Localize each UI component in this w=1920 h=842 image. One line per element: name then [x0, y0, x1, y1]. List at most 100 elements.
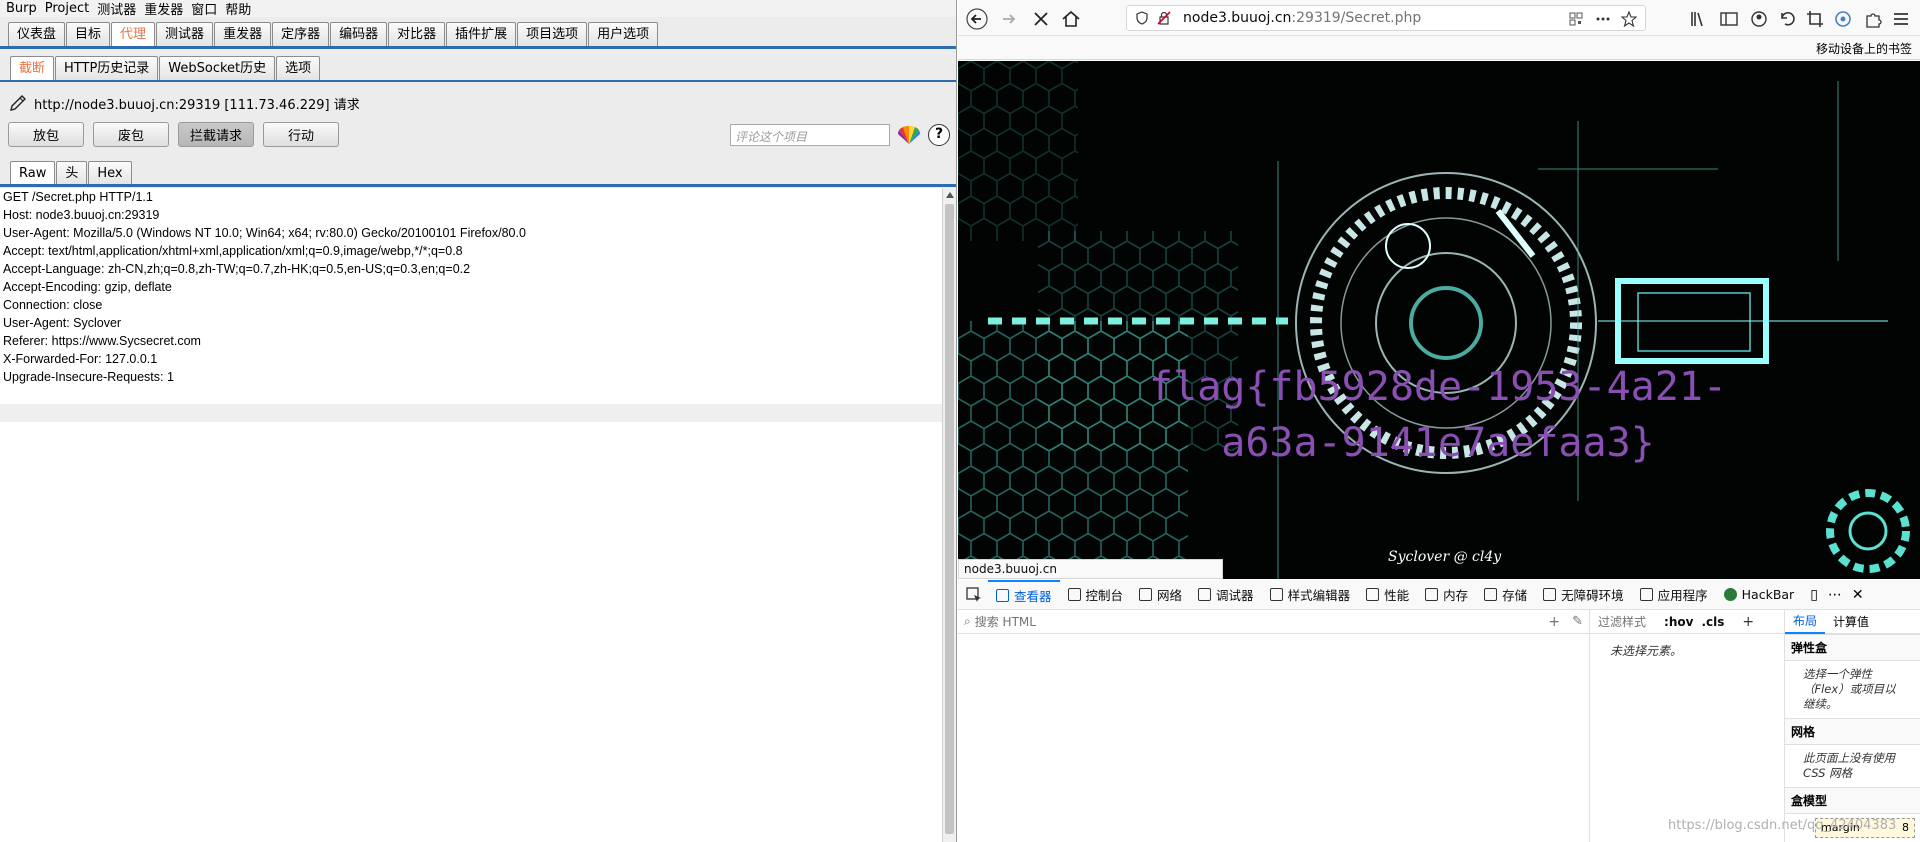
more-options-icon[interactable]: ⋯	[1828, 587, 1842, 603]
message-view-tabs: Raw 头 Hex	[10, 161, 133, 185]
tab-user-options[interactable]: 用户选项	[588, 22, 659, 46]
devtools-tab-performance[interactable]: 性能	[1358, 580, 1417, 610]
tab-dashboard[interactable]: 仪表盘	[8, 22, 66, 46]
devtools-tab-debugger[interactable]: 调试器	[1190, 580, 1262, 610]
menu-icon[interactable]	[1890, 8, 1912, 30]
hov-toggle[interactable]: :hov	[1664, 615, 1693, 629]
sidebar-icon[interactable]	[1718, 8, 1740, 30]
search-html-input[interactable]: 搜索 HTML	[975, 613, 1036, 630]
box-model-section-header[interactable]: 盒模型	[1785, 787, 1920, 814]
forward-icon[interactable]	[998, 8, 1020, 30]
crop-icon[interactable]	[1804, 8, 1826, 30]
devtools-tab-console[interactable]: 控制台	[1060, 580, 1132, 610]
firefox-window: node3.buuoj.cn:29319/Secret.php 移动设备上的书签…	[958, 0, 1920, 842]
devtools-tab-storage[interactable]: 存储	[1476, 580, 1535, 610]
editor-scrollbar[interactable]	[942, 188, 956, 842]
cls-toggle[interactable]: .cls	[1701, 615, 1724, 629]
tab-proxy-options[interactable]: 选项	[276, 56, 321, 80]
console-icon	[1067, 588, 1081, 601]
url-text: node3.buuoj.cn:29319/Secret.php	[1183, 10, 1421, 26]
tab-repeater[interactable]: 重发器	[214, 22, 272, 46]
tab-layout[interactable]: 布局	[1785, 610, 1826, 634]
tab-label: 网络	[1157, 588, 1183, 603]
devtools-tab-application[interactable]: 应用程序	[1632, 580, 1716, 610]
tab-intercept[interactable]: 截断	[10, 56, 55, 80]
tab-websocket-history[interactable]: WebSocket历史	[159, 56, 276, 80]
devtools-tab-style-editor[interactable]: 样式编辑器	[1262, 580, 1359, 610]
eyedropper-icon[interactable]: ✎	[1572, 614, 1583, 629]
library-icon[interactable]	[1688, 8, 1710, 30]
account-icon[interactable]	[1748, 8, 1770, 30]
storage-icon	[1484, 588, 1498, 601]
tab-proxy[interactable]: 代理	[111, 22, 156, 46]
style-editor-icon	[1269, 588, 1283, 601]
tab-project-options[interactable]: 项目选项	[517, 22, 588, 46]
request-line: GET /Secret.php HTTP/1.1	[3, 190, 153, 204]
insecure-lock-icon[interactable]	[1157, 11, 1171, 25]
intercept-target: http://node3.buuoj.cn:29319 [111.73.46.2…	[8, 93, 360, 113]
add-rule-icon[interactable]: +	[1742, 614, 1754, 630]
tab-hex[interactable]: Hex	[88, 161, 132, 185]
back-icon[interactable]	[966, 8, 988, 30]
mobile-bookmarks-link[interactable]: 移动设备上的书签	[1816, 40, 1912, 57]
tab-comparer[interactable]: 对比器	[388, 22, 446, 46]
extension-icon[interactable]	[1832, 8, 1854, 30]
tab-label: 调试器	[1216, 588, 1254, 603]
filter-styles-input[interactable]: 过滤样式	[1598, 613, 1646, 630]
add-node-icon[interactable]: +	[1548, 614, 1560, 630]
target-label: http://node3.buuoj.cn:29319 [111.73.46.2…	[34, 97, 360, 113]
tab-computed[interactable]: 计算值	[1825, 613, 1877, 630]
grid-section-header[interactable]: 网格	[1785, 718, 1920, 745]
bookmark-star-icon[interactable]	[1621, 11, 1637, 27]
tab-extender[interactable]: 插件扩展	[446, 22, 517, 46]
element-picker-icon[interactable]	[966, 586, 982, 603]
qr-code-icon[interactable]	[1569, 12, 1583, 26]
request-line: X-Forwarded-For: 127.0.0.1	[3, 352, 158, 366]
undo-icon[interactable]	[1776, 8, 1798, 30]
intercept-toggle-button[interactable]: 拦截请求	[178, 122, 254, 147]
action-button[interactable]: 行动	[263, 122, 339, 147]
devtools-tab-hackbar[interactable]: HackBar	[1716, 580, 1803, 610]
tab-intruder[interactable]: 测试器	[156, 22, 214, 46]
margin-value[interactable]: 8	[1902, 821, 1909, 835]
menu-window[interactable]: 窗口	[191, 0, 217, 18]
menu-repeater[interactable]: 重发器	[144, 0, 183, 18]
tab-target[interactable]: 目标	[66, 22, 111, 46]
signature: Syclover @ cl4y	[1388, 549, 1502, 565]
extension-puzzle-icon[interactable]	[1862, 8, 1884, 30]
tab-sequencer[interactable]: 定序器	[272, 22, 330, 46]
comment-input[interactable]: 评论这个项目	[730, 124, 890, 146]
forward-button[interactable]: 放包	[8, 122, 84, 147]
help-icon[interactable]: ?	[928, 124, 950, 146]
dock-icon[interactable]: ▯	[1810, 587, 1818, 603]
close-icon[interactable]: ✕	[1852, 587, 1864, 603]
menu-intruder[interactable]: 测试器	[97, 0, 136, 18]
scrollbar-thumb[interactable]	[945, 204, 954, 834]
drop-button[interactable]: 废包	[93, 122, 169, 147]
devtools-tab-accessibility[interactable]: 无障碍环境	[1535, 580, 1632, 610]
page-actions-icon[interactable]	[1595, 12, 1611, 26]
flexbox-section-header[interactable]: 弹性盒	[1785, 634, 1920, 661]
menu-burp[interactable]: Burp	[6, 1, 37, 16]
rules-panel: 过滤样式 :hov .cls + 未选择元素。	[1590, 610, 1785, 842]
devtools-tab-memory[interactable]: 内存	[1417, 580, 1476, 610]
burp-window: Burp Project 测试器 重发器 窗口 帮助 仪表盘 目标 代理 测试器…	[0, 0, 957, 842]
tab-headers[interactable]: 头	[56, 161, 88, 185]
url-bar[interactable]: node3.buuoj.cn:29319/Secret.php	[1126, 5, 1646, 31]
shield-icon[interactable]	[1135, 11, 1149, 25]
tab-decoder[interactable]: 编码器	[330, 22, 388, 46]
stop-icon[interactable]	[1030, 8, 1052, 30]
tab-raw[interactable]: Raw	[10, 161, 56, 185]
devtools-tab-inspector[interactable]: 查看器	[988, 579, 1060, 610]
scroll-up-icon[interactable]	[945, 192, 954, 198]
highlight-color-icon[interactable]	[898, 126, 920, 146]
tab-http-history[interactable]: HTTP历史记录	[55, 56, 159, 80]
bookmarks-toolbar: 移动设备上的书签	[958, 36, 1920, 60]
pencil-icon[interactable]	[8, 93, 28, 113]
menu-help[interactable]: 帮助	[225, 0, 251, 18]
request-editor[interactable]: GET /Secret.php HTTP/1.1 Host: node3.buu…	[0, 188, 942, 842]
devtools-tab-network[interactable]: 网络	[1131, 580, 1190, 610]
home-icon[interactable]	[1060, 8, 1082, 30]
tab-label: 样式编辑器	[1287, 588, 1351, 603]
menu-project[interactable]: Project	[45, 1, 89, 16]
